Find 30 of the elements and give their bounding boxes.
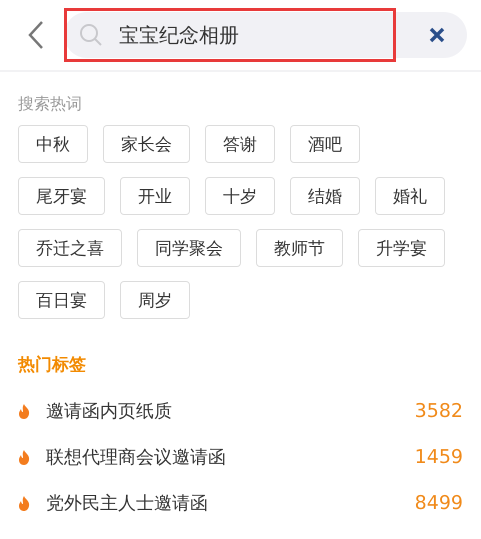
hot-word-tag[interactable]: 婚礼 bbox=[375, 177, 445, 215]
hot-word-tag[interactable]: 周岁 bbox=[120, 281, 190, 319]
hot-word-tag[interactable]: 答谢 bbox=[205, 125, 275, 163]
hot-word-tag[interactable]: 同学聚会 bbox=[137, 229, 241, 267]
tag-label[interactable]: 联想代理商会议邀请函 bbox=[46, 445, 415, 469]
section-title: 热门标签 bbox=[18, 354, 87, 376]
hot-word-tag[interactable]: 乔迁之喜 bbox=[18, 229, 122, 267]
hot-word-tag[interactable]: 十岁 bbox=[205, 177, 275, 215]
tag-count: 8499 bbox=[414, 492, 463, 514]
hot-word-tag[interactable]: 升学宴 bbox=[358, 229, 445, 267]
search-icon bbox=[79, 23, 103, 47]
hot-word-tag[interactable]: 家长会 bbox=[103, 125, 190, 163]
hot-word-tag[interactable]: 开业 bbox=[120, 177, 190, 215]
flame-icon bbox=[18, 496, 30, 510]
flame-icon bbox=[18, 450, 30, 464]
tag-label[interactable]: 邀请函内页纸质 bbox=[46, 399, 415, 423]
hot-word-tag[interactable]: 尾牙宴 bbox=[18, 177, 105, 215]
search-input[interactable]: 宝宝纪念相册 bbox=[119, 23, 359, 47]
hot-word-tag[interactable]: 百日宴 bbox=[18, 281, 105, 319]
tag-count: 1459 bbox=[414, 446, 463, 468]
hot-word-tag[interactable]: 结婚 bbox=[290, 177, 360, 215]
flame-icon bbox=[18, 404, 30, 418]
section-title: 搜索热词 bbox=[18, 94, 83, 115]
hot-word-tag[interactable]: 中秋 bbox=[18, 125, 88, 163]
tag-count: 3582 bbox=[414, 400, 463, 422]
hot-word-tag[interactable]: 教师节 bbox=[256, 229, 343, 267]
hot-word-tag[interactable]: 酒吧 bbox=[290, 125, 360, 163]
close-button[interactable] bbox=[429, 27, 445, 43]
search-field[interactable]: 宝宝纪念相册 bbox=[64, 8, 396, 62]
tag-label[interactable]: 党外民主人士邀请函 bbox=[46, 491, 415, 515]
